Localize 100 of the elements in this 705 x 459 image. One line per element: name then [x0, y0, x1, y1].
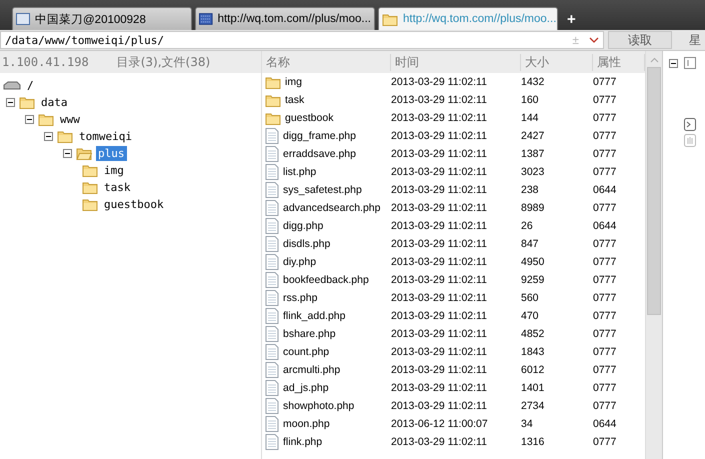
- file-name[interactable]: guestbook: [285, 112, 334, 124]
- file-name[interactable]: bshare.php: [283, 328, 336, 340]
- terminal-icon[interactable]: [684, 118, 696, 131]
- document-icon: [265, 308, 279, 324]
- file-name[interactable]: erraddsave.php: [283, 148, 356, 160]
- file-name[interactable]: showphoto.php: [283, 400, 354, 412]
- file-name[interactable]: flink.php: [283, 436, 322, 448]
- file-name[interactable]: rss.php: [283, 292, 318, 304]
- column-header[interactable]: 时间: [391, 54, 521, 70]
- table-cell-text: 2013-03-29 11:02:11: [391, 292, 488, 304]
- document-icon: [265, 146, 279, 162]
- collapse-icon[interactable]: [25, 115, 34, 124]
- window-icon[interactable]: [684, 57, 696, 69]
- document-icon: [265, 416, 279, 432]
- table-cell-text: 2013-03-29 11:02:11: [391, 238, 488, 250]
- table-cell-text: 2013-03-29 11:02:11: [391, 328, 488, 340]
- file-name[interactable]: img: [285, 76, 302, 88]
- file-name[interactable]: ad_js.php: [283, 382, 329, 394]
- table-cell-text: 0777: [593, 328, 618, 340]
- dropdown-icon[interactable]: [589, 37, 599, 43]
- folder-icon: [265, 94, 281, 106]
- document-icon: [265, 344, 279, 360]
- file-name[interactable]: sys_safetest.php: [283, 184, 362, 196]
- table-cell-text: 0777: [593, 274, 618, 286]
- table-cell-text: 0777: [593, 238, 618, 250]
- document-icon: [265, 200, 279, 216]
- table-cell-text: 2013-03-29 11:02:11: [391, 346, 488, 358]
- document-icon: [265, 128, 279, 144]
- drive-icon: [3, 80, 21, 90]
- file-name[interactable]: arcmulti.php: [283, 364, 340, 376]
- file-name[interactable]: task: [285, 94, 304, 106]
- file-name[interactable]: disdls.php: [283, 238, 330, 250]
- ip-address: 1.100.41.198: [2, 55, 89, 69]
- table-cell-text: 0777: [593, 346, 618, 358]
- read-button[interactable]: 读取: [608, 31, 672, 49]
- tree-item[interactable]: /: [25, 78, 36, 93]
- item-count: 目录(3),文件(38): [116, 54, 210, 70]
- path-field[interactable]: /data/www/tomweiqi/plus/ ±: [0, 31, 604, 49]
- column-header[interactable]: 名称: [262, 54, 391, 70]
- collapse-icon[interactable]: [44, 132, 53, 141]
- table-cell-text: 2013-03-29 11:02:11: [391, 274, 488, 286]
- folder-icon: [265, 76, 281, 88]
- file-name[interactable]: diy.php: [283, 256, 316, 268]
- document-icon: [265, 254, 279, 270]
- file-name[interactable]: digg_frame.php: [283, 130, 356, 142]
- new-tab-button[interactable]: +: [561, 8, 582, 30]
- file-name[interactable]: flink_add.php: [283, 310, 346, 322]
- file-name[interactable]: list.php: [283, 166, 316, 178]
- folder-icon: [38, 113, 54, 126]
- table-cell-text: 2013-03-29 11:02:11: [391, 310, 488, 322]
- table-cell-text: 2013-03-29 11:02:11: [391, 112, 488, 124]
- document-icon: [265, 398, 279, 414]
- table-cell-text: 0777: [593, 202, 618, 214]
- file-name[interactable]: bookfeedback.php: [283, 274, 369, 286]
- tree-item[interactable]: img: [102, 163, 126, 178]
- table-cell-text: 1843: [521, 346, 546, 358]
- tree-item[interactable]: plus: [96, 146, 126, 161]
- scrollbar-thumb[interactable]: [647, 67, 661, 315]
- collapse-icon[interactable]: [6, 98, 15, 107]
- tree-item[interactable]: tomweiqi: [77, 129, 134, 144]
- tree-item[interactable]: guestbook: [102, 197, 166, 212]
- file-name[interactable]: advancedsearch.php: [283, 202, 380, 214]
- column-header[interactable]: 大小: [521, 54, 593, 70]
- toolbar-label[interactable]: 星: [689, 32, 701, 48]
- table-cell-text: 2013-03-29 11:02:11: [391, 256, 488, 268]
- collapse-icon[interactable]: [63, 149, 72, 158]
- table-cell-text: 2013-03-29 11:02:11: [391, 130, 488, 142]
- collapse-icon[interactable]: [669, 58, 678, 68]
- file-name[interactable]: moon.php: [283, 418, 330, 430]
- document-icon: [265, 434, 279, 450]
- table-cell-text: 0777: [593, 148, 618, 160]
- table-cell-text: 1387: [521, 148, 546, 160]
- table-cell-text: 2734: [521, 400, 546, 412]
- scrollbar[interactable]: [645, 51, 662, 459]
- file-name[interactable]: count.php: [283, 346, 330, 358]
- table-cell-text: 0644: [593, 220, 618, 232]
- table-cell-text: 0777: [593, 94, 618, 106]
- table-cell-text: 2013-03-29 11:02:11: [391, 184, 488, 196]
- document-icon: [265, 326, 279, 342]
- tree-item[interactable]: data: [39, 95, 70, 110]
- tree-item[interactable]: www: [58, 112, 82, 127]
- table-cell-text: 1401: [521, 382, 546, 394]
- browser-tab[interactable]: http://wq.tom.com//plus/moo...: [195, 7, 375, 30]
- folder-icon: [57, 130, 73, 143]
- table-cell-text: 0777: [593, 292, 618, 304]
- table-cell-text: 2013-03-29 11:02:11: [391, 364, 488, 376]
- table-cell-text: 6012: [521, 364, 546, 376]
- folder-icon: [82, 198, 98, 211]
- file-name[interactable]: digg.php: [283, 220, 324, 232]
- tree-item[interactable]: task: [102, 180, 132, 195]
- browser-tab[interactable]: 中国菜刀@20100928: [12, 7, 192, 30]
- document-icon: [265, 380, 279, 396]
- window-icon: [16, 13, 30, 25]
- table-cell-text: 4852: [521, 328, 546, 340]
- document-icon: [265, 236, 279, 252]
- table-cell-text: 847: [521, 238, 540, 250]
- document-icon: [265, 164, 279, 180]
- table-cell-text: 238: [521, 184, 540, 196]
- table-cell-text: 160: [521, 94, 540, 106]
- table-cell-text: 2013-03-29 11:02:11: [391, 94, 488, 106]
